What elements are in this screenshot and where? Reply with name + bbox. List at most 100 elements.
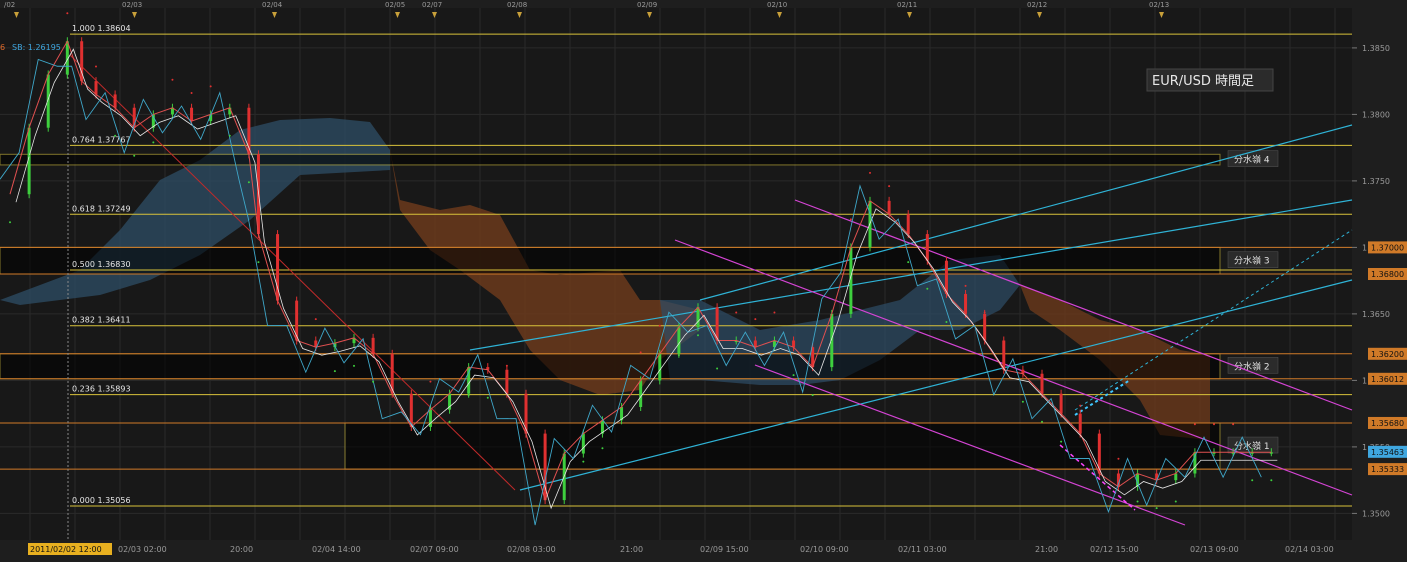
top-date-label: 02/09 [637, 1, 657, 9]
sar-dot [1117, 457, 1120, 460]
sar-dot [830, 340, 833, 343]
candle-body [94, 81, 98, 95]
divide-zone-band [0, 153, 1221, 166]
sar-dot [448, 420, 451, 423]
sar-dot [1098, 444, 1101, 447]
time-tick-label: 02/13 09:00 [1190, 545, 1239, 554]
time-tick-label: 02/08 03:00 [507, 545, 556, 554]
sar-dot [66, 12, 69, 15]
fib-label: 0.236 1.35893 [72, 385, 131, 394]
candle-body [964, 293, 968, 314]
sar-dot [1060, 440, 1063, 443]
price-tick-label: 1.3850 [1362, 44, 1390, 53]
time-tick-label: 21:00 [1035, 545, 1058, 554]
sar-dot [47, 101, 50, 104]
price-tag-label: 1.35333 [1371, 465, 1404, 474]
price-tag-label: 1.35680 [1371, 419, 1404, 428]
legend-prefix: 6 [0, 43, 5, 52]
time-tick-label: 02/04 14:00 [312, 545, 361, 554]
sar-dot [1021, 400, 1024, 403]
sar-dot [1136, 500, 1139, 503]
candle-body [505, 369, 509, 394]
sar-dot [410, 397, 413, 400]
candle-body [1040, 373, 1044, 394]
price-axis-panel [1352, 0, 1407, 562]
sar-dot [754, 318, 757, 321]
sar-dot [80, 52, 83, 55]
sar-dot [792, 374, 795, 377]
time-tick-label: 20:00 [230, 545, 253, 554]
sar-dot [773, 311, 776, 314]
divide-zone-label: 分水嶺 2 [1234, 360, 1270, 372]
sar-dot [429, 380, 432, 383]
candle-body [190, 107, 194, 122]
price-tag-label: 1.36012 [1371, 375, 1404, 384]
sar-dot [1232, 423, 1235, 426]
current-price-label: 1.35463 [1371, 448, 1404, 457]
time-axis-panel [0, 540, 1352, 562]
sar-dot [601, 447, 604, 450]
sar-dot [907, 261, 910, 264]
sar-dot [391, 364, 394, 367]
sar-dot [28, 154, 31, 157]
price-tick-label: 1.3650 [1362, 310, 1390, 319]
sar-dot [372, 380, 375, 383]
candle-body [1078, 413, 1082, 434]
legend-sb: SB: 1.26195 [12, 43, 61, 52]
top-date-label: 02/13 [1149, 1, 1169, 9]
top-date-label: 02/08 [507, 1, 527, 9]
candle-body [696, 307, 700, 328]
time-tick-label: 02/11 03:00 [898, 545, 947, 554]
sar-dot [697, 334, 699, 337]
candle-body [983, 313, 987, 341]
time-tick-label: 02/14 03:00 [1285, 545, 1334, 554]
price-tick-label: 1.3500 [1362, 509, 1390, 518]
candle-body [371, 337, 375, 354]
sar-dot [95, 65, 97, 68]
sar-dot [1270, 479, 1273, 482]
candle-body [925, 234, 929, 261]
price-tag-label: 1.36200 [1371, 350, 1404, 359]
chart-title-badge: EUR/USD 時間足 [1146, 68, 1274, 92]
sar-dot [716, 367, 719, 370]
top-date-label: 02/07 [422, 1, 442, 9]
sar-dot [888, 185, 891, 188]
fib-label: 1.000 1.38604 [72, 24, 131, 33]
sar-dot [505, 364, 508, 367]
divide-zone-band [0, 353, 1221, 380]
top-date-label: 02/11 [897, 1, 917, 9]
sar-dot [133, 154, 136, 157]
sar-dot [295, 311, 298, 314]
sar-dot [1213, 423, 1215, 426]
sar-dot [677, 354, 680, 357]
sar-dot [1174, 500, 1177, 503]
highlight-time-label: 2011/02/02 12:00 [30, 545, 102, 554]
candle-body [639, 380, 643, 407]
candle-body [1059, 393, 1063, 414]
sar-dot [9, 221, 11, 224]
top-date-label: 02/03 [122, 1, 142, 9]
sar-dot [849, 218, 852, 221]
sar-dot [486, 396, 489, 399]
price-tick-label: 1.3750 [1362, 177, 1390, 186]
sar-dot [467, 394, 470, 397]
time-tick-label: 21:00 [620, 545, 643, 554]
sar-dot [811, 394, 814, 397]
sar-dot [1155, 507, 1158, 510]
time-tick-label: 02/10 09:00 [800, 545, 849, 554]
sar-dot [209, 85, 212, 88]
sar-dot [639, 351, 642, 354]
sar-dot [1002, 340, 1005, 343]
time-tick-label: 02/09 15:00 [700, 545, 749, 554]
candle-body [581, 433, 585, 454]
candle-body [1002, 340, 1006, 370]
candle-body [658, 353, 662, 381]
time-tick-label: 02/07 09:00 [410, 545, 459, 554]
fib-label: 0.764 1.37767 [72, 135, 131, 144]
divide-zone-label: 分水嶺 3 [1234, 255, 1270, 267]
sar-dot [735, 311, 738, 314]
sar-dot [964, 284, 967, 287]
candle-body [906, 214, 910, 235]
price-tick-label: 1.3800 [1362, 110, 1390, 119]
sar-dot [257, 261, 260, 264]
